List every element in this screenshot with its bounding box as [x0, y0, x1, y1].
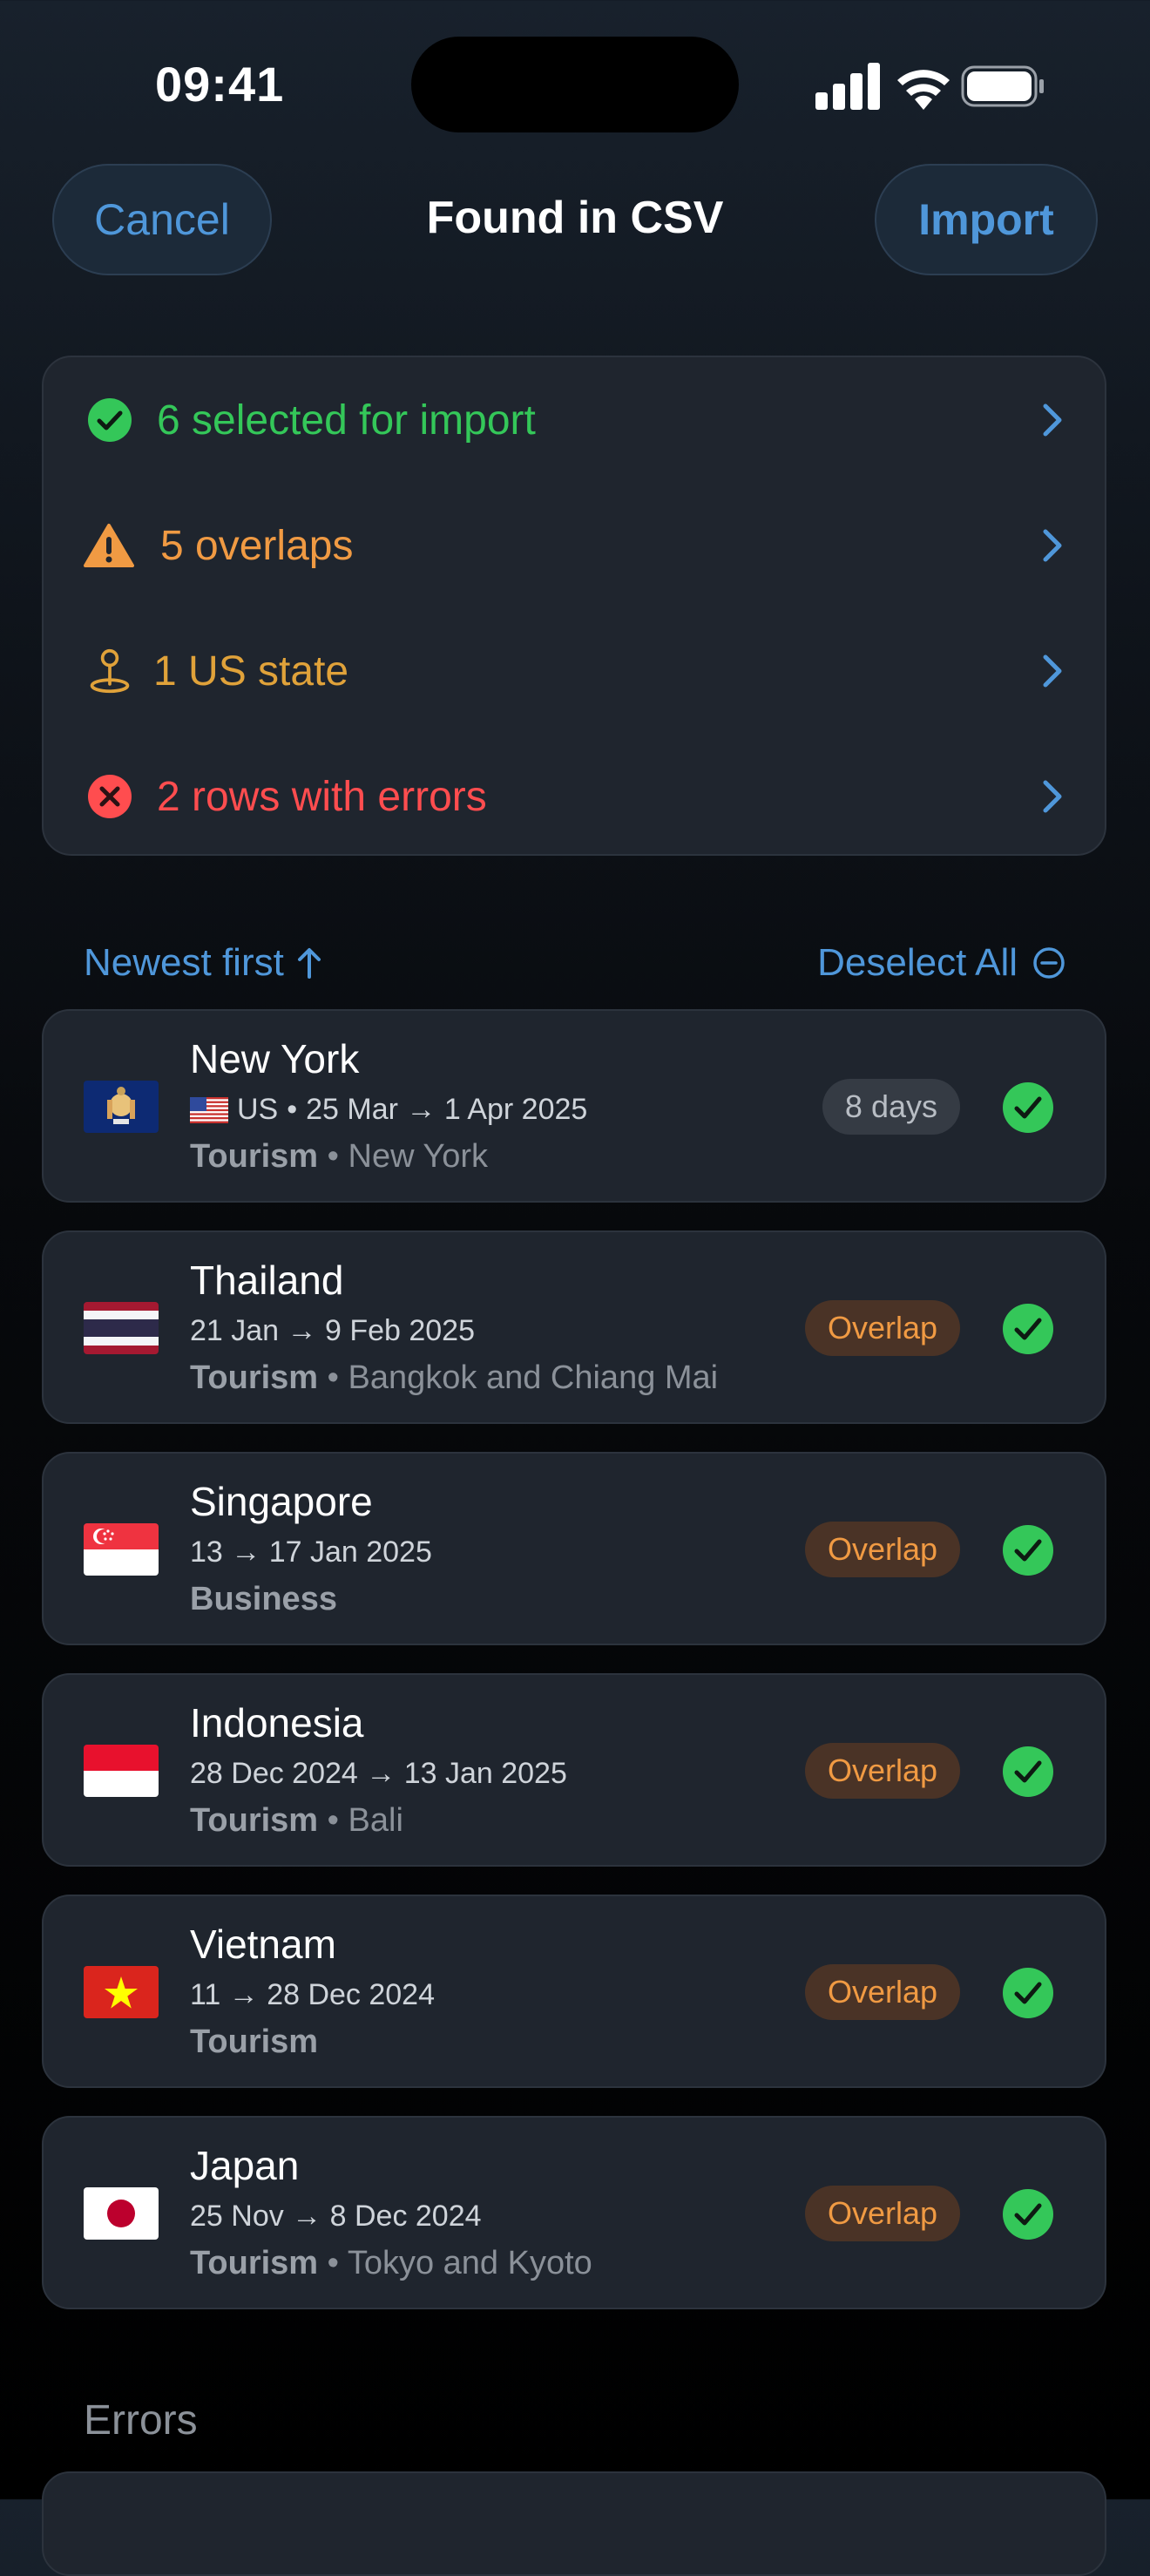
- chevron-right-icon: [1043, 403, 1062, 437]
- wifi-icon: [897, 70, 950, 110]
- trip-name: Japan: [190, 2143, 300, 2188]
- summary-row-overlaps[interactable]: 5 overlaps: [44, 483, 1105, 608]
- deselect-all-label: Deselect All: [817, 941, 1018, 984]
- trip-card-indonesia[interactable]: Indonesia 28 Dec 2024 → 13 Jan 2025 Tour…: [42, 1673, 1106, 1867]
- checkmark-circle-icon: [88, 398, 132, 442]
- arrow-up-icon: [297, 948, 321, 979]
- sort-order-label: Newest first: [84, 941, 284, 984]
- summary-overlaps-label: 5 overlaps: [160, 522, 354, 569]
- error-circle-icon: [88, 775, 132, 818]
- new-york-flag-icon: [84, 1081, 159, 1133]
- trip-place: Bangkok and Chiang Mai: [348, 1359, 719, 1396]
- trip-card-singapore[interactable]: Singapore 13 → 17 Jan 2025 Business Over…: [42, 1452, 1106, 1645]
- vietnam-flag-icon: [84, 1966, 159, 2018]
- trip-meta: Tourism • New York: [190, 1138, 489, 1175]
- selected-checkmark-icon[interactable]: [1002, 1746, 1054, 1798]
- summary-us-state-label: 1 US state: [153, 647, 349, 695]
- overlap-badge: Overlap: [804, 1964, 960, 2020]
- battery-icon: [961, 65, 1044, 107]
- trip-purpose: Tourism: [190, 1802, 319, 1839]
- page-title: Found in CSV: [426, 193, 724, 243]
- trip-meta: Tourism • Bali: [190, 1802, 403, 1839]
- trip-place: New York: [348, 1138, 489, 1175]
- trip-meta: Business: [190, 1581, 337, 1618]
- trip-date-range: 28 Dec 2024 → 13 Jan 2025: [190, 1757, 567, 1790]
- us-flag-icon: [190, 1096, 228, 1123]
- trip-place: Tokyo and Kyoto: [347, 2245, 592, 2281]
- cellular-signal-icon: [815, 63, 880, 110]
- chevron-right-icon: [1043, 529, 1062, 562]
- indonesia-flag-icon: [84, 1745, 159, 1797]
- trip-dates: US • 25 Mar → 1 Apr 2025: [190, 1093, 587, 1127]
- trip-meta: Tourism • Tokyo and Kyoto: [190, 2245, 592, 2281]
- summary-errors-label: 2 rows with errors: [157, 773, 487, 820]
- summary-card: 6 selected for import 5 overlaps 1 US st…: [42, 356, 1106, 856]
- selected-checkmark-icon[interactable]: [1002, 2188, 1054, 2240]
- chevron-right-icon: [1043, 780, 1062, 813]
- trip-name: Thailand: [190, 1257, 344, 1303]
- trip-date-range: 11 → 28 Dec 2024: [190, 1978, 435, 2011]
- summary-row-errors[interactable]: 2 rows with errors: [44, 734, 1105, 859]
- summary-row-selected[interactable]: 6 selected for import: [44, 357, 1105, 483]
- trip-purpose: Tourism: [190, 2245, 319, 2281]
- singapore-flag-icon: [84, 1523, 159, 1576]
- minus-circle-icon: [1033, 947, 1065, 979]
- errors-section-header: Errors: [84, 2397, 198, 2444]
- trip-country-code: US: [237, 1093, 279, 1126]
- chevron-right-icon: [1043, 654, 1062, 688]
- trip-name: Vietnam: [190, 1922, 336, 1967]
- trip-date-range: 25 Mar → 1 Apr 2025: [306, 1093, 588, 1126]
- trip-date-range: 21 Jan → 9 Feb 2025: [190, 1314, 476, 1347]
- trip-dates: 28 Dec 2024 → 13 Jan 2025: [190, 1757, 567, 1791]
- trip-dates: 11 → 28 Dec 2024: [190, 1978, 435, 2012]
- deselect-all-button[interactable]: Deselect All: [817, 941, 1066, 985]
- status-time: 09:41: [155, 57, 285, 112]
- trip-purpose: Tourism: [190, 1138, 319, 1175]
- japan-flag-icon: [84, 2187, 159, 2240]
- summary-row-us-state[interactable]: 1 US state: [44, 608, 1105, 734]
- trip-name: Singapore: [190, 1479, 373, 1524]
- trip-purpose: Tourism: [190, 2024, 319, 2060]
- trip-date-range: 25 Nov → 8 Dec 2024: [190, 2200, 482, 2233]
- cancel-button[interactable]: Cancel: [52, 164, 272, 275]
- trip-card-new-york[interactable]: New York US • 25 Mar → 1 Apr 2025 Touris…: [42, 1009, 1106, 1203]
- selected-checkmark-icon[interactable]: [1002, 1967, 1054, 2019]
- trip-purpose: Tourism: [190, 1359, 319, 1396]
- status-icons: [815, 63, 1044, 110]
- overlap-badge: Overlap: [804, 2186, 960, 2241]
- dynamic-island: [411, 37, 739, 132]
- trip-meta: Tourism: [190, 2024, 318, 2061]
- trip-dates: 25 Nov → 8 Dec 2024: [190, 2200, 482, 2234]
- overlap-badge: Overlap: [804, 1743, 960, 1799]
- duration-badge: 8 days: [822, 1079, 960, 1135]
- trip-name: Indonesia: [190, 1700, 364, 1746]
- trip-place: Bali: [348, 1802, 403, 1839]
- trip-dates: 21 Jan → 9 Feb 2025: [190, 1314, 475, 1348]
- summary-selected-label: 6 selected for import: [157, 397, 536, 444]
- trip-date-range: 13 → 17 Jan 2025: [190, 1535, 432, 1569]
- trip-card-vietnam[interactable]: Vietnam 11 → 28 Dec 2024 Tourism Overlap: [42, 1895, 1106, 2088]
- trip-name: New York: [190, 1036, 360, 1081]
- selected-checkmark-icon[interactable]: [1002, 1081, 1054, 1134]
- warning-triangle-icon: [84, 524, 134, 567]
- overlap-badge: Overlap: [804, 1300, 960, 1356]
- trip-dates: 13 → 17 Jan 2025: [190, 1535, 432, 1569]
- errors-card: [42, 2471, 1106, 2576]
- import-button[interactable]: Import: [875, 164, 1098, 275]
- overlap-badge: Overlap: [804, 1522, 960, 1577]
- trip-meta: Tourism • Bangkok and Chiang Mai: [190, 1359, 719, 1396]
- trip-purpose: Business: [190, 1581, 337, 1617]
- trip-card-thailand[interactable]: Thailand 21 Jan → 9 Feb 2025 Tourism • B…: [42, 1230, 1106, 1424]
- selected-checkmark-icon[interactable]: [1002, 1524, 1054, 1576]
- thailand-flag-icon: [84, 1302, 159, 1354]
- selected-checkmark-icon[interactable]: [1002, 1303, 1054, 1355]
- sort-order-button[interactable]: Newest first: [84, 941, 322, 985]
- trip-card-japan[interactable]: Japan 25 Nov → 8 Dec 2024 Tourism • Toky…: [42, 2116, 1106, 2309]
- location-pin-icon: [90, 648, 130, 694]
